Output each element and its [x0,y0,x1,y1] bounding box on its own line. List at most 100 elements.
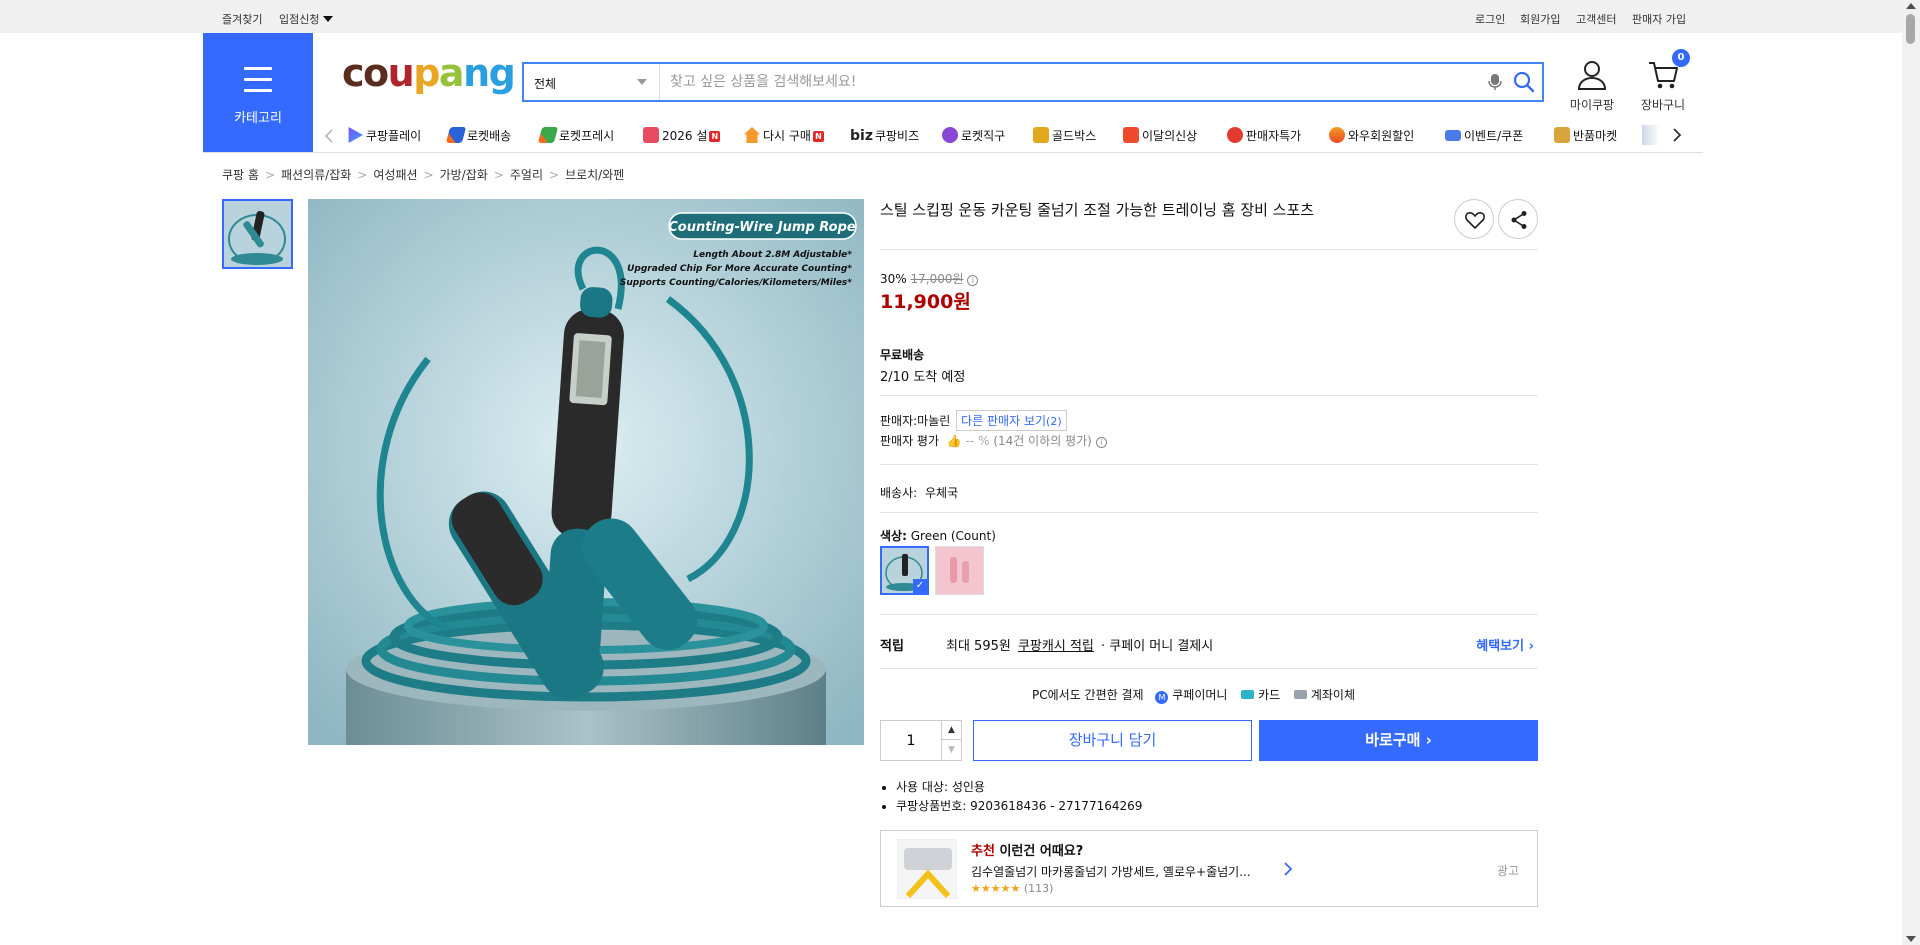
benefit-link[interactable]: 혜택보기 › [1476,635,1534,654]
color-label: 색상: [880,529,907,543]
login-link[interactable]: 로그인 [1475,11,1505,27]
add-to-cart-button[interactable]: 장바구니 담기 [973,720,1252,761]
divider [880,464,1538,465]
nav-item-rebuy[interactable]: 다시 구매 N [744,127,824,144]
page-scrollbar[interactable] [1902,0,1920,945]
microphone-icon[interactable] [1488,73,1502,95]
seller-signup-link[interactable]: 판매자 가입 [1632,11,1686,27]
nav-item-sellerdeal[interactable]: 판매자특가 [1227,127,1301,144]
buy-now-button[interactable]: 바로구매 › [1259,720,1538,761]
seller-name[interactable]: 마놀린 [917,414,950,428]
recommendation-image [897,839,957,899]
quantity-decrease-button[interactable]: ▼ [941,740,961,760]
scroll-down-arrow-icon[interactable] [1906,936,1916,942]
scroll-up-arrow-icon[interactable] [1906,3,1916,9]
buy-now-label: 바로구매 [1365,731,1421,749]
nav-item-eventcoupon[interactable]: 이벤트/쿠폰 [1445,127,1523,144]
market-icon [1554,127,1570,143]
ad-label: 광고 [1496,864,1519,878]
nav-label: 판매자특가 [1246,129,1302,143]
cart-button[interactable]: 장바구니 0 [1636,49,1690,113]
nav-item-rocket[interactable]: 로켓배송 [445,127,512,144]
image-caption-line: Length About 2.8M Adjustable* [693,250,852,260]
image-caption-line: Upgraded Chip For More Accurate Counting… [627,264,852,274]
reward-amount: 최대 595원 [946,639,1011,654]
nav-prev-icon[interactable] [324,128,334,147]
color-option-green[interactable]: ✓ [880,546,929,595]
divider [880,395,1538,396]
nav-item-wowdiscount[interactable]: 와우회원할인 [1329,127,1414,144]
cart-label: 장바구니 [1640,98,1686,112]
share-button[interactable] [1498,199,1538,239]
recommendation-card[interactable]: 추천 이런건 어때요? 김수열줄넘기 마카롱줄넘기 가방세트, 옐로우+줄넘기.… [880,830,1538,907]
pay-method: 계좌이체 [1310,688,1356,702]
star-rating-icon: ★★★★★ [971,882,1021,895]
card-icon [1241,690,1255,699]
color-option-pink[interactable] [935,546,984,595]
breadcrumb-item[interactable]: 브로치/와펜 [565,168,624,182]
breadcrumb-item[interactable]: 여성패션 [373,168,417,182]
search-icon[interactable] [1513,71,1535,97]
mycoupang-button[interactable]: 마이쿠팡 [1566,59,1618,113]
nav-item-rocketjikgu[interactable]: 로켓직구 [942,127,1005,144]
nav-item-goldbox[interactable]: 골드박스 [1033,127,1096,144]
customer-center-link[interactable]: 고객센터 [1576,11,1616,27]
breadcrumb-separator: > [549,168,560,182]
coupang-logo[interactable]: coupang [342,54,516,92]
global-icon [942,127,958,143]
bookmark-link[interactable]: 즐겨찾기 [222,11,262,27]
search-bar: 전체 [522,62,1544,102]
coupang-cash-link[interactable]: 쿠팡캐시 적립 [1018,639,1094,654]
hamburger-icon [244,67,272,92]
info-icon[interactable]: i [967,275,979,286]
breadcrumb-item[interactable]: 쿠팡 홈 [222,168,259,182]
home-icon [744,127,760,143]
other-sellers-button[interactable]: 다른 판매자 보기(2) [956,410,1067,431]
check-icon: ✓ [913,579,927,593]
nav-item-newthismonth[interactable]: 이달의신상 [1123,127,1197,144]
product-main-image[interactable]: Counting-Wire Jump Rope Length About 2.8… [308,199,864,745]
product-thumbnail[interactable] [222,199,293,269]
chevron-down-icon [637,79,647,85]
mycoupang-label: 마이쿠팡 [1569,98,1615,112]
breadcrumb: 쿠팡 홈 > 패션의류/잡화 > 여성패션 > 가방/잡화 > 주얼리 > 브로치/와펜 [222,166,624,183]
play-icon [348,127,363,143]
nav-item-biz[interactable]: biz 쿠팡비즈 [850,127,919,144]
chevron-right-icon[interactable] [1283,861,1293,881]
nav-overflow-fade [1642,125,1660,145]
nav-label: 골드박스 [1052,129,1097,143]
nav-item-returnmarket[interactable]: 반품마켓 [1554,127,1617,144]
nav-item-seol[interactable]: 2026 설N [643,127,721,144]
scroll-thumb[interactable] [1906,14,1915,44]
price-row: 30% 17,000원 i [880,270,979,287]
search-input[interactable] [660,64,1470,100]
wishlist-button[interactable] [1454,199,1494,239]
seller-apply-menu[interactable]: 입점신청 [279,11,333,27]
thumbs-up-icon: 👍 [946,434,962,448]
nav-label: 와우회원할인 [1348,129,1415,143]
info-icon[interactable]: i [1095,437,1107,448]
signup-link[interactable]: 회원가입 [1520,11,1560,27]
original-price: 17,000원 [910,272,964,286]
search-category-select[interactable]: 전체 [524,64,660,100]
nav-item-rocketfresh[interactable]: 로켓프레시 [537,127,614,144]
category-button[interactable]: 카테고리 [203,33,313,153]
nav-item-coupangplay[interactable]: 쿠팡플레이 [347,127,421,144]
color-value: Green (Count) [910,529,996,543]
nav-label: 로켓배송 [467,129,512,143]
seller-rating-label: 판매자 평가 [880,434,940,448]
breadcrumb-item[interactable]: 가방/잡화 [440,168,488,182]
pay-method: 쿠페이머니 [1172,688,1228,702]
bank-transfer-icon [1294,690,1308,699]
breadcrumb-item[interactable]: 주얼리 [510,168,543,182]
coupon-icon [1445,130,1461,141]
pay-method: 카드 [1258,688,1281,702]
breadcrumb-item[interactable]: 패션의류/잡화 [281,168,351,182]
nav-next-icon[interactable] [1672,127,1682,146]
seller-rating-note: (14건 이하의 평가) [993,434,1092,448]
quantity-increase-button[interactable]: ▲ [941,721,961,740]
breadcrumb-separator: > [264,168,275,182]
quantity-input[interactable] [881,721,941,760]
nav-label: 다시 구매 [763,129,811,143]
nav-label: 쿠팡비즈 [874,129,920,143]
